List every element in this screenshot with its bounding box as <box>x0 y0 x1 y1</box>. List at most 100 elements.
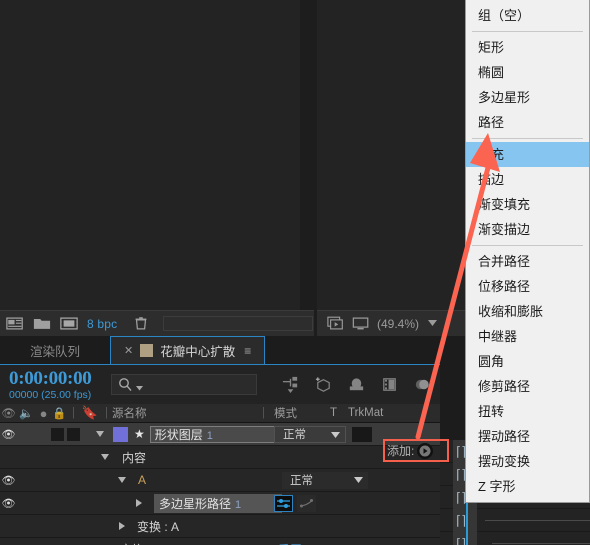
tab-label: 渲染队列 <box>30 344 81 359</box>
tab-render-queue[interactable]: 渲染队列 <box>0 336 110 364</box>
column-trkmat[interactable]: TrkMat <box>348 407 383 419</box>
bit-depth-label[interactable]: 8 bpc <box>87 317 117 331</box>
shape-add-context-menu[interactable]: 组（空） 矩形 椭圆 多边星形 路径 填充 描边 渐变填充 渐变描边 合并路径 … <box>465 0 590 503</box>
new-composition-icon[interactable] <box>6 316 24 331</box>
frame-rate-label: 00000 (25.00 fps) <box>9 389 92 401</box>
column-mode[interactable]: 模式 <box>274 405 297 421</box>
preview-icon[interactable] <box>327 316 345 331</box>
lock-square[interactable] <box>67 427 80 441</box>
layer-mode-dropdown[interactable]: 正常 <box>282 471 368 489</box>
table-row[interactable]: 👁 A 正常 <box>0 469 465 492</box>
monitor-icon[interactable] <box>352 316 370 331</box>
timeline-tool-icons <box>281 375 465 394</box>
menu-item-wiggle-paths[interactable]: 摆动路径 <box>466 424 589 449</box>
frame-blending-icon[interactable] <box>380 375 399 394</box>
menu-item-pucker-bloat[interactable]: 收缩和膨胀 <box>466 299 589 324</box>
menu-item-stroke[interactable]: 描边 <box>466 167 589 192</box>
current-timecode[interactable]: 0:00:00:00 <box>9 368 109 389</box>
timeline-column-headers: 👁 🔈 ● 🔒 | 🔖 | 源名称 | 模式 T TrkMat <box>0 404 465 423</box>
menu-item-group[interactable]: 组（空） <box>466 3 589 28</box>
play-knob-icon[interactable] <box>417 442 434 459</box>
triangle-down-icon[interactable] <box>101 454 109 460</box>
menu-item-round-corners[interactable]: 圆角 <box>466 349 589 374</box>
timecode-block[interactable]: 0:00:00:00 00000 (25.00 fps) <box>0 368 109 401</box>
speaker-icon[interactable]: 🔈 <box>17 406 36 420</box>
chevron-down-icon <box>331 431 340 438</box>
menu-item-gradient-fill[interactable]: 渐变填充 <box>466 192 589 217</box>
trkmat-cell[interactable] <box>352 426 372 442</box>
project-search-field[interactable] <box>163 316 314 331</box>
layer-mode-dropdown[interactable]: 正常 <box>274 425 346 443</box>
tab-label: 花瓣中心扩散 <box>160 345 236 359</box>
panel-menu-icon[interactable]: ≡ <box>244 344 251 358</box>
menu-item-merge-paths[interactable]: 合并路径 <box>466 249 589 274</box>
menu-separator <box>472 245 583 246</box>
project-panel <box>0 0 300 310</box>
graph-row[interactable]: ⌈⌉ <box>440 532 590 545</box>
menu-separator <box>472 31 583 32</box>
menu-item-fill[interactable]: 填充 <box>466 142 589 167</box>
hide-shy-layers-icon[interactable] <box>347 375 366 394</box>
eye-icon[interactable]: 👁 <box>0 406 17 420</box>
new-folder-icon[interactable] <box>33 316 51 331</box>
triangle-down-icon[interactable] <box>96 431 104 437</box>
triangle-down-icon[interactable] <box>118 477 126 483</box>
menu-item-wiggle-transform[interactable]: 摆动变换 <box>466 449 589 474</box>
menu-item-repeater[interactable]: 中继器 <box>466 324 589 349</box>
menu-item-offset-paths[interactable]: 位移路径 <box>466 274 589 299</box>
menu-item-gradient-stroke[interactable]: 渐变描边 <box>466 217 589 242</box>
close-icon[interactable]: ✕ <box>124 344 133 357</box>
column-t[interactable]: T <box>330 407 337 419</box>
label-tag-icon[interactable]: 🔖 <box>79 405 101 421</box>
triangle-right-icon[interactable] <box>119 522 125 530</box>
property-name[interactable]: 多边星形路径 1 <box>154 493 282 513</box>
app-window: 8 bpc (49.4%) 渲染队列 ✕ 花瓣中心扩散 ≡ 0:00:00:00… <box>0 0 590 545</box>
table-row[interactable]: 变换 重置 <box>0 538 465 545</box>
zoom-level-label[interactable]: (49.4%) <box>377 317 419 331</box>
trash-icon[interactable] <box>132 316 150 331</box>
add-button[interactable]: 添加: <box>387 442 445 459</box>
keyframe-controls <box>274 494 316 512</box>
timeline-header-bar: 0:00:00:00 00000 (25.00 fps) <box>0 364 465 404</box>
keyframe-toggle-icon[interactable] <box>274 494 293 512</box>
chevron-down-icon <box>354 476 363 483</box>
solo-square[interactable] <box>51 427 64 441</box>
search-icon <box>119 378 132 391</box>
layer-handle-icon[interactable]: ⌈⌉ <box>456 536 466 545</box>
menu-item-polystar[interactable]: 多边星形 <box>466 85 589 110</box>
eye-icon[interactable]: 👁 <box>0 428 17 441</box>
solo-dot-icon[interactable]: ● <box>36 406 51 421</box>
table-row[interactable]: 变换 : A <box>0 515 465 538</box>
layer-color-swatch[interactable] <box>113 426 128 442</box>
layer-handle-icon[interactable]: ⌈⌉ <box>456 513 466 529</box>
menu-item-rectangle[interactable]: 矩形 <box>466 35 589 60</box>
keyframe-graph-icon[interactable] <box>297 494 316 512</box>
graph-row[interactable]: ⌈⌉ <box>440 509 590 532</box>
composition-panel-toolbar: (49.4%) <box>317 310 465 336</box>
layer-name-input[interactable]: 形状图层 1 <box>149 425 290 443</box>
menu-item-trim-paths[interactable]: 修剪路径 <box>466 374 589 399</box>
table-row[interactable]: 👁 多边星形路径 1 <box>0 492 465 515</box>
reset-link[interactable]: 重置 <box>278 541 302 545</box>
menu-item-zigzag[interactable]: Z 字形 <box>466 474 589 499</box>
menu-item-path[interactable]: 路径 <box>466 110 589 135</box>
composition-mini-flowchart-icon[interactable] <box>281 375 300 394</box>
menu-item-ellipse[interactable]: 椭圆 <box>466 60 589 85</box>
lock-icon[interactable]: 🔒 <box>51 406 68 420</box>
project-panel-toolbar: 8 bpc <box>0 310 314 336</box>
footage-icon[interactable] <box>60 316 78 331</box>
eye-icon[interactable]: 👁 <box>0 474 17 487</box>
timeline-search-input[interactable] <box>111 374 257 395</box>
menu-item-twist[interactable]: 扭转 <box>466 399 589 424</box>
property-name: 变换 : A <box>137 519 180 534</box>
column-source-name[interactable]: 源名称 <box>112 405 147 421</box>
tab-composition[interactable]: ✕ 花瓣中心扩散 ≡ <box>110 336 266 364</box>
chevron-down-icon[interactable] <box>428 320 438 327</box>
draft-3d-icon[interactable] <box>314 375 333 394</box>
group-name: A <box>138 473 147 487</box>
menu-separator <box>472 138 583 139</box>
column-separator: | <box>105 407 108 419</box>
eye-icon[interactable]: 👁 <box>0 497 17 510</box>
triangle-right-icon[interactable] <box>136 499 142 507</box>
motion-blur-icon[interactable] <box>413 375 432 394</box>
